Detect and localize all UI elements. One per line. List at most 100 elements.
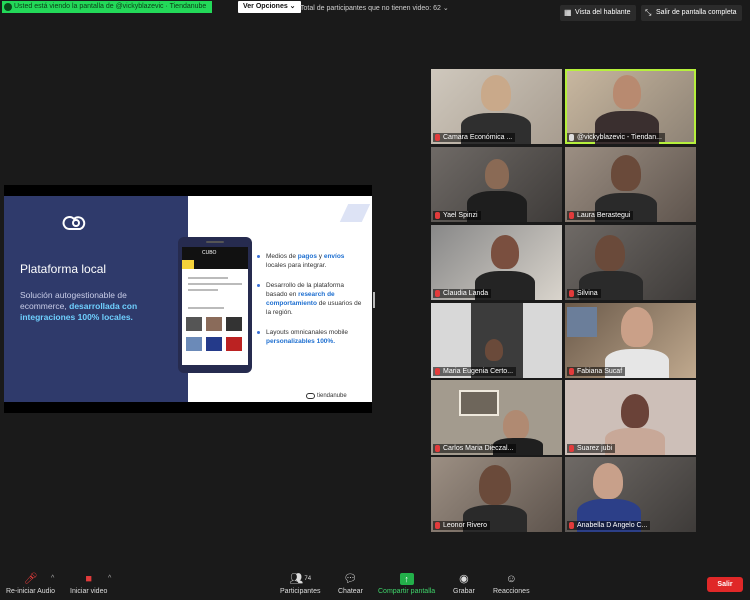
zoom-logo-icon <box>4 3 12 11</box>
exit-fullscreen-button[interactable]: ⤡ Salir de pantalla completa <box>641 5 742 21</box>
speaker-view-label: Vista del hablante <box>575 9 631 16</box>
phone-product-thumb <box>206 337 222 351</box>
video-label: Iniciar video <box>70 588 108 595</box>
video-off-icon: ■ <box>85 573 92 585</box>
no-video-participants-dropdown[interactable]: Total de participantes que no tienen vid… <box>300 4 449 12</box>
leave-meeting-button[interactable]: Salir <box>707 577 743 592</box>
phone-product-thumb <box>226 337 242 351</box>
participant-name: Suarez jubi <box>567 444 616 453</box>
mic-muted-icon <box>435 134 440 141</box>
slide-decoration <box>339 204 371 222</box>
video-tile[interactable]: Laura Berastegui <box>565 147 696 222</box>
participant-name: @vickyblazevic - Tiendan... <box>567 133 665 142</box>
video-tile[interactable]: Fabiana Sucaf <box>565 303 696 378</box>
participant-name: Fabiana Sucaf <box>567 367 626 376</box>
video-button[interactable]: ■ Iniciar video <box>70 573 107 595</box>
chat-label: Chatear <box>338 588 363 595</box>
participant-video <box>485 339 503 361</box>
slide-title: Plataforma local <box>20 262 107 276</box>
video-options-caret-icon[interactable]: ^ <box>108 575 111 582</box>
phone-text-line <box>188 277 228 279</box>
mic-muted-icon <box>435 290 440 297</box>
participant-video <box>613 75 641 109</box>
phone-text-line <box>188 289 218 291</box>
video-tile[interactable]: Anabella D Angelo C... <box>565 457 696 532</box>
mic-muted-icon <box>435 212 440 219</box>
participant-video <box>479 465 511 505</box>
smiley-icon: ☺ <box>505 573 517 585</box>
tiendanube-cloud-logo-icon <box>62 216 86 230</box>
exit-fullscreen-label: Salir de pantalla completa <box>656 9 737 16</box>
video-tile[interactable]: Yael Spinzi <box>431 147 562 222</box>
participant-video <box>481 75 511 111</box>
participant-video <box>593 463 623 499</box>
phone-text-line <box>188 307 224 309</box>
share-screen-icon: ↑ <box>399 573 414 585</box>
video-tile[interactable]: Silvina <box>565 225 696 300</box>
audio-label: Re-iniciar Audio <box>6 588 56 595</box>
bullet-text: locales para integrar. <box>266 262 327 269</box>
record-button[interactable]: ◉ Grabar <box>453 573 475 595</box>
audio-options-caret-icon[interactable]: ^ <box>51 575 54 582</box>
mic-muted-icon <box>435 445 440 452</box>
mic-muted-icon <box>569 522 574 529</box>
record-label: Grabar <box>453 588 475 595</box>
phone-product-thumb <box>226 317 242 331</box>
video-tile[interactable]: Claudia Landa <box>431 225 562 300</box>
participant-video <box>611 155 641 191</box>
slide-brand: tiendanube <box>317 393 347 399</box>
chat-button[interactable]: 💬︎ Chatear <box>338 573 363 595</box>
mic-muted-icon <box>569 368 574 375</box>
mic-muted-icon <box>569 134 574 141</box>
view-options-button[interactable]: Ver Opciones ⌄ <box>238 1 301 13</box>
reactions-button[interactable]: ☺ Reacciones <box>493 573 530 595</box>
video-tile[interactable]: Suarez jubi <box>565 380 696 455</box>
share-screen-button[interactable]: ↑ Compartir pantalla <box>378 573 435 595</box>
slide-bullet-list: Medios de pagos y envíos locales para in… <box>256 252 366 357</box>
zoom-meeting-window: Usted está viendo la pantalla de @vickyb… <box>0 0 750 600</box>
phone-mockup: CUBO <box>178 237 252 373</box>
participant-video <box>595 235 625 271</box>
phone-product-thumb <box>186 317 202 331</box>
bullet-bold: pagos <box>297 253 317 260</box>
speaker-view-button[interactable]: ▦ Vista del hablante <box>560 5 636 21</box>
phone-speaker <box>206 241 224 243</box>
video-tile[interactable]: Maria Eugenia Certo... <box>431 303 562 378</box>
bullet-text: Medios de <box>266 253 298 260</box>
top-bar: Usted está viendo la pantalla de @vickyb… <box>0 0 750 24</box>
participant-name: Maria Eugenia Certo... <box>433 367 517 376</box>
participant-name: Leonor Rivero <box>433 521 490 530</box>
mic-muted-icon: 🎤︎ <box>23 573 38 585</box>
chat-icon: 💬︎ <box>343 573 358 585</box>
meeting-toolbar: 🎤︎ Re-iniciar Audio ^ ■ Iniciar video ^ … <box>0 565 750 600</box>
bullet-bold: envíos <box>323 253 345 260</box>
participant-video <box>491 235 519 269</box>
audio-button[interactable]: 🎤︎ Re-iniciar Audio <box>6 573 55 595</box>
participant-name: Yael Spinzi <box>433 211 481 220</box>
participant-video <box>503 410 529 440</box>
phone-screen: CUBO <box>182 247 248 365</box>
phone-product-thumb <box>186 337 202 351</box>
shared-screen[interactable]: Plataforma local Solución autogestionabl… <box>4 185 372 413</box>
slide-bullet: Medios de pagos y envíos locales para in… <box>256 252 366 270</box>
participants-count: 74 <box>304 576 312 582</box>
screen-share-banner: Usted está viendo la pantalla de @vickyb… <box>2 1 213 13</box>
mic-muted-icon <box>435 522 440 529</box>
mic-muted-icon <box>569 212 574 219</box>
mic-muted-icon <box>569 290 574 297</box>
participants-button[interactable]: 👥︎74 Participantes <box>280 573 320 595</box>
video-tile[interactable]: Carlos Maria Dieczal... <box>431 380 562 455</box>
video-tile[interactable]: Camara Económica ... <box>431 69 562 144</box>
bullet-text: Layouts omnicanales mobile <box>266 329 349 336</box>
split-view-drag-handle[interactable] <box>373 292 375 308</box>
video-tile-active-speaker[interactable]: @vickyblazevic - Tiendan... <box>565 69 696 144</box>
participant-name: Claudia Landa <box>433 289 492 298</box>
participants-icon: 👥︎74 <box>289 573 312 585</box>
exit-fullscreen-icon: ⤡ <box>645 8 652 17</box>
participant-name: Laura Berastegui <box>567 211 634 220</box>
participant-name: Silvina <box>567 289 601 298</box>
record-icon: ◉ <box>459 573 469 585</box>
phone-accent <box>182 260 194 269</box>
phone-store-brand: CUBO <box>202 250 217 256</box>
video-tile[interactable]: Leonor Rivero <box>431 457 562 532</box>
